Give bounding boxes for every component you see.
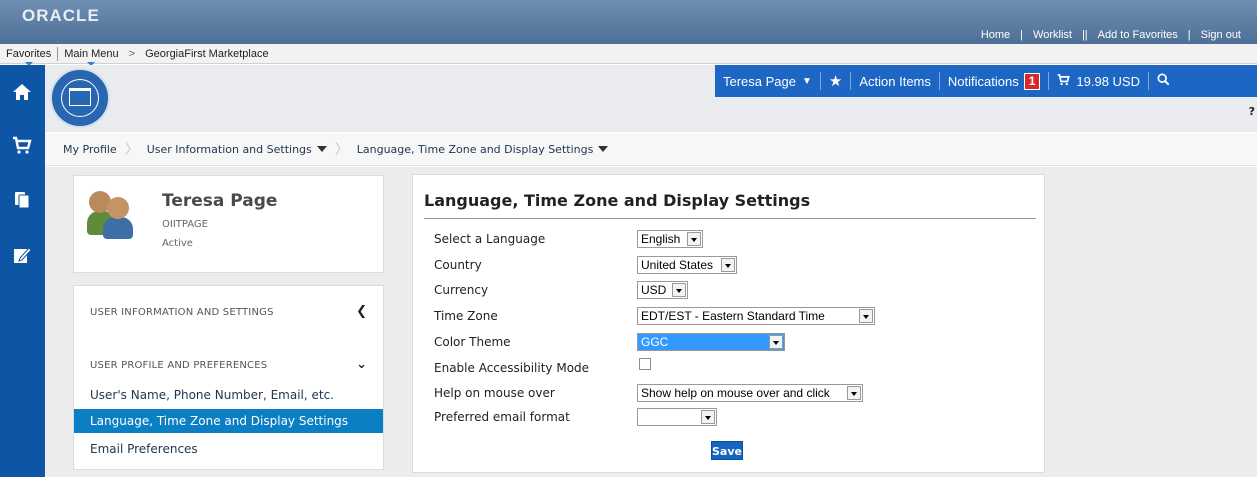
- favorites-menu[interactable]: Favorites: [0, 48, 57, 66]
- dropdown-arrow-icon: [701, 410, 715, 424]
- search-button[interactable]: [1149, 65, 1178, 97]
- cart-total: 19.98 USD: [1076, 73, 1140, 89]
- menu-crumb-separator: >: [128, 47, 136, 60]
- user-menu[interactable]: Teresa Page ▼: [715, 65, 820, 97]
- language-select[interactable]: English: [637, 230, 703, 248]
- color-theme-select[interactable]: GGC: [637, 333, 785, 351]
- title-divider: [424, 218, 1036, 219]
- notifications-label: Notifications: [947, 73, 1019, 89]
- profile-user-id: OIITPAGE: [162, 219, 209, 230]
- help-mouse-over-select[interactable]: Show help on mouse over and click: [637, 384, 863, 402]
- avatar-person-2-head: [107, 197, 129, 219]
- dropdown-arrow-icon: [769, 335, 783, 349]
- accessibility-label: Enable Accessibility Mode: [434, 361, 590, 375]
- help-mouse-over-select-value: Show help on mouse over and click: [641, 386, 830, 400]
- side-nav: USER INFORMATION AND SETTINGS ❮ USER PRO…: [73, 285, 384, 470]
- header-band: Teresa Page ▼ ★ Action Items Notificatio…: [45, 65, 1257, 132]
- nav-link-user-details[interactable]: User's Name, Phone Number, Email, etc.: [74, 383, 383, 407]
- breadcrumb-user-information[interactable]: User Information and Settings: [147, 143, 327, 156]
- action-items-link[interactable]: Action Items: [851, 65, 939, 97]
- dropdown-triangle-icon: [598, 146, 609, 152]
- country-select-value: United States: [641, 258, 714, 272]
- dropdown-arrow-icon: [687, 232, 701, 246]
- search-icon: [1157, 73, 1170, 89]
- caret-down-icon: ▼: [802, 75, 812, 87]
- user-bar: Teresa Page ▼ ★ Action Items Notificatio…: [715, 65, 1257, 97]
- marketplace-crumb[interactable]: GeorgiaFirst Marketplace: [139, 48, 275, 60]
- settings-panel: Language, Time Zone and Display Settings…: [412, 174, 1045, 473]
- help-icon[interactable]: ?: [1249, 105, 1255, 118]
- time-zone-select[interactable]: EDT/EST - Eastern Standard Time: [637, 307, 875, 325]
- panel-title: Language, Time Zone and Display Settings: [424, 191, 811, 210]
- color-theme-label: Color Theme: [434, 335, 511, 349]
- dropdown-arrow-icon: [672, 283, 686, 297]
- currency-label: Currency: [434, 283, 489, 297]
- language-select-value: English: [641, 232, 681, 246]
- color-theme-select-value: GGC: [641, 335, 669, 349]
- avatar: [87, 187, 135, 239]
- oracle-header: ORACLE Home | Worklist || Add to Favorit…: [0, 0, 1257, 44]
- favorites-star-button[interactable]: ★: [821, 65, 850, 97]
- profile-name: Teresa Page: [162, 191, 278, 211]
- language-label: Select a Language: [434, 232, 546, 246]
- home-link[interactable]: Home: [971, 29, 1020, 41]
- section-user-information[interactable]: USER INFORMATION AND SETTINGS: [90, 307, 274, 318]
- breadcrumb-language-settings-label: Language, Time Zone and Display Settings: [356, 142, 594, 156]
- notification-count-badge: 1: [1023, 72, 1041, 90]
- user-name: Teresa Page: [723, 73, 796, 89]
- time-zone-select-value: EDT/EST - Eastern Standard Time: [641, 309, 825, 323]
- profile-card: Teresa Page OIITPAGE Active: [73, 175, 384, 273]
- breadcrumb: My Profile 〉 User Information and Settin…: [45, 133, 1257, 166]
- dropdown-arrow-icon: [721, 258, 735, 272]
- dropdown-arrow-icon: [859, 309, 873, 323]
- profile-status: Active: [162, 238, 193, 249]
- menu-bar: Favorites Main Menu > GeorgiaFirst Marke…: [0, 44, 1257, 66]
- breadcrumb-separator: 〉: [334, 142, 349, 158]
- breadcrumb-my-profile[interactable]: My Profile: [63, 143, 117, 156]
- edit-icon[interactable]: [10, 245, 34, 269]
- save-button[interactable]: Save: [711, 441, 743, 460]
- breadcrumb-separator: 〉: [124, 142, 139, 158]
- dropdown-triangle-icon: [316, 146, 327, 152]
- time-zone-label: Time Zone: [434, 309, 498, 323]
- country-label: Country: [434, 258, 482, 272]
- email-format-select[interactable]: [637, 408, 717, 426]
- dropdown-arrow-icon: [847, 386, 861, 400]
- country-select[interactable]: United States: [637, 256, 737, 274]
- notifications-link[interactable]: Notifications 1: [940, 65, 1049, 97]
- breadcrumb-user-information-label: User Information and Settings: [146, 142, 312, 156]
- oracle-logo: ORACLE: [22, 6, 100, 25]
- help-mouse-over-label: Help on mouse over: [434, 386, 555, 400]
- documents-icon[interactable]: [10, 190, 34, 214]
- seal-building: [69, 88, 91, 106]
- star-icon: ★: [828, 73, 843, 90]
- sign-out-link[interactable]: Sign out: [1191, 29, 1251, 41]
- cart-link[interactable]: 19.98 USD: [1049, 65, 1148, 97]
- top-links: Home | Worklist || Add to Favorites | Si…: [971, 29, 1251, 41]
- section-user-profile[interactable]: USER PROFILE AND PREFERENCES: [90, 360, 267, 371]
- currency-select-value: USD: [641, 283, 667, 297]
- chevron-left-icon[interactable]: ❮: [356, 304, 367, 319]
- home-icon[interactable]: [10, 82, 34, 106]
- breadcrumb-language-settings[interactable]: Language, Time Zone and Display Settings: [357, 143, 609, 156]
- cart-icon[interactable]: [10, 135, 34, 159]
- add-to-favorites-link[interactable]: Add to Favorites: [1088, 29, 1188, 41]
- currency-select[interactable]: USD: [637, 281, 688, 299]
- nav-link-email-preferences[interactable]: Email Preferences: [74, 437, 383, 461]
- worklist-link[interactable]: Worklist: [1023, 29, 1082, 41]
- nav-link-language-settings[interactable]: Language, Time Zone and Display Settings: [74, 409, 383, 433]
- email-format-label: Preferred email format: [434, 410, 570, 424]
- main-menu[interactable]: Main Menu: [58, 48, 124, 66]
- cart-icon: [1057, 73, 1071, 89]
- left-rail: [0, 65, 45, 477]
- avatar-person-2-body: [103, 217, 133, 239]
- university-seal-logo: [50, 68, 110, 128]
- action-items-label: Action Items: [859, 73, 931, 89]
- accessibility-checkbox[interactable]: [639, 358, 651, 370]
- chevron-down-icon[interactable]: ⌄: [356, 357, 367, 372]
